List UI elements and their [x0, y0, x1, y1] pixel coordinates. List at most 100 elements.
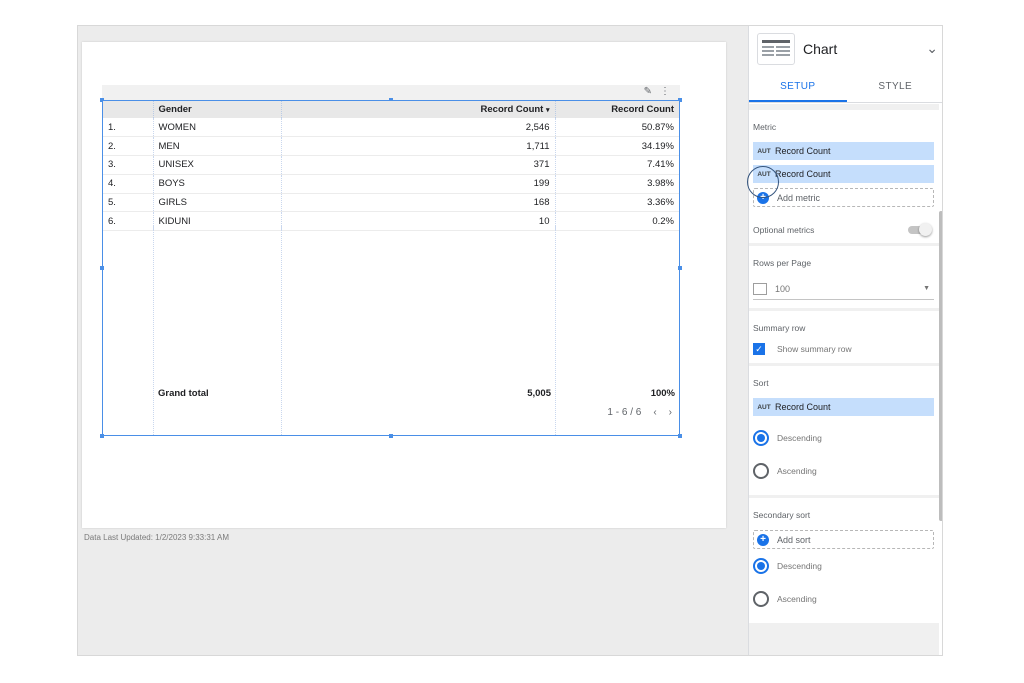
panel-tabs: SETUP STYLE: [749, 72, 943, 103]
gender-cell: UNISEX: [153, 155, 282, 175]
gender-cell: WOMEN: [153, 118, 282, 138]
record-count-header[interactable]: Record Count ▾: [281, 101, 556, 118]
data-table: Gender Record Count ▾ Record Count 1. WOM…: [103, 101, 679, 232]
column-divider: [153, 225, 154, 435]
sort-section: Sort AUT Record Count Descending Ascendi…: [749, 366, 939, 495]
sort-field-label: Record Count: [775, 402, 831, 412]
record-count-cell: 2,546: [281, 118, 556, 138]
rows-per-page-title: Rows per Page: [753, 258, 812, 268]
aggregation-tag[interactable]: AUT: [753, 148, 775, 155]
table-row[interactable]: 1. WOMEN 2,546 50.87%: [103, 118, 679, 138]
record-count-cell: 1,711: [281, 136, 556, 157]
rows-per-page-section: Rows per Page 100 ▼: [749, 246, 939, 308]
descending-radio[interactable]: [753, 557, 769, 574]
record-count-pct-cell: 50.87%: [555, 118, 679, 138]
grand-total-label: Grand total: [158, 388, 209, 399]
panel-scrollbar[interactable]: [939, 211, 942, 521]
row-index: 5.: [103, 193, 154, 213]
pagination: 1 - 6 / 6 ‹ ›: [607, 407, 672, 418]
gender-cell: KIDUNI: [153, 211, 282, 232]
rows-per-page-select[interactable]: 100 ▼: [753, 278, 934, 300]
properties-panel: Chart ⌄ SETUP STYLE Metric AUT Record Co…: [748, 26, 943, 655]
metric-label: Record Count: [775, 146, 831, 156]
descending-radio[interactable]: [753, 429, 769, 446]
chevron-left-icon[interactable]: ‹: [653, 407, 656, 418]
metric-chip[interactable]: AUT Record Count: [753, 142, 934, 160]
resize-handle-bm[interactable]: [389, 434, 393, 438]
optional-metrics-toggle[interactable]: [908, 223, 932, 236]
metric-chip[interactable]: AUT Record Count: [753, 165, 934, 183]
gender-header[interactable]: Gender: [153, 101, 282, 118]
gender-cell: BOYS: [153, 174, 282, 194]
gender-cell: MEN: [153, 136, 282, 157]
row-index: 6.: [103, 211, 154, 232]
add-icon: +: [757, 533, 769, 546]
dropdown-arrow-icon: ▼: [923, 285, 930, 292]
ascending-radio[interactable]: [753, 462, 769, 479]
rows-per-page-value: 100: [775, 283, 791, 294]
add-sort-button[interactable]: + Add sort: [753, 530, 934, 549]
record-count-pct-cell: 3.36%: [555, 193, 679, 213]
show-summary-row: ✓ Show summary row: [753, 343, 934, 355]
data-last-updated: Data Last Updated: 1/2/2023 9:33:31 AM: [84, 533, 229, 542]
chevron-right-icon[interactable]: ›: [669, 407, 672, 418]
summary-row-section: Summary row ✓ Show summary row: [749, 311, 939, 363]
table-row[interactable]: 2. MEN 1,711 34.19%: [103, 136, 679, 157]
sort-title: Sort: [753, 378, 769, 388]
secondary-descending-option[interactable]: Descending: [753, 549, 934, 582]
gender-cell: GIRLS: [153, 193, 282, 213]
metric-label: Record Count: [775, 169, 831, 179]
summary-row-title: Summary row: [753, 323, 806, 333]
table-row[interactable]: 6. KIDUNI 10 0.2%: [103, 211, 679, 232]
table-icon: [753, 282, 767, 295]
app-frame: ✎ ⋮ Gender Record Count ▾ Record Count 1…: [77, 25, 943, 656]
optional-metrics-label: Optional metrics: [753, 225, 815, 235]
pagination-label: 1 - 6 / 6: [607, 407, 642, 418]
aggregation-tag[interactable]: AUT: [753, 404, 775, 411]
panel-title: Chart: [803, 41, 838, 57]
row-index: 3.: [103, 155, 154, 175]
metric-title: Metric: [753, 122, 777, 132]
table-row[interactable]: 3. UNISEX 371 7.41%: [103, 155, 679, 175]
row-index: 4.: [103, 174, 154, 194]
record-count-cell: 168: [281, 193, 556, 213]
sort-descending-option[interactable]: Descending: [753, 421, 934, 454]
show-summary-checkbox[interactable]: ✓: [753, 343, 765, 355]
add-sort-label: Add sort: [777, 534, 811, 545]
report-page[interactable]: ✎ ⋮ Gender Record Count ▾ Record Count 1…: [82, 42, 726, 528]
resize-handle-ml[interactable]: [100, 266, 104, 270]
ascending-radio[interactable]: [753, 590, 769, 607]
more-vert-icon[interactable]: ⋮: [660, 86, 670, 97]
tab-style[interactable]: STYLE: [847, 72, 943, 102]
add-metric-label: Add metric: [777, 192, 821, 203]
index-header: [103, 101, 154, 118]
record-count-pct-header[interactable]: Record Count: [555, 101, 679, 118]
panel-header: Chart ⌄: [749, 26, 942, 72]
ascending-label: Ascending: [777, 593, 817, 604]
secondary-ascending-option[interactable]: Ascending: [753, 582, 934, 615]
table-row[interactable]: 5. GIRLS 168 3.36%: [103, 193, 679, 213]
table-row[interactable]: 4. BOYS 199 3.98%: [103, 174, 679, 194]
record-count-pct-cell: 3.98%: [555, 174, 679, 194]
tab-setup[interactable]: SETUP: [749, 72, 847, 102]
table-chart[interactable]: ✎ ⋮ Gender Record Count ▾ Record Count 1…: [100, 85, 682, 438]
column-divider: [281, 225, 282, 435]
add-metric-button[interactable]: + Add metric: [753, 188, 934, 207]
grand-total-count: 5,005: [527, 388, 551, 399]
highlight-circle: [747, 166, 779, 198]
table-header-row: Gender Record Count ▾ Record Count: [103, 101, 679, 118]
ascending-label: Ascending: [777, 465, 817, 476]
edit-icon[interactable]: ✎: [644, 86, 652, 97]
show-summary-label: Show summary row: [777, 344, 852, 354]
table-chart-icon[interactable]: [757, 33, 795, 65]
chevron-down-icon[interactable]: ⌄: [926, 40, 938, 57]
descending-label: Descending: [777, 560, 822, 571]
report-canvas: ✎ ⋮ Gender Record Count ▾ Record Count 1…: [78, 26, 748, 655]
sort-ascending-option[interactable]: Ascending: [753, 454, 934, 487]
resize-handle-bl[interactable]: [100, 434, 104, 438]
resize-handle-br[interactable]: [678, 434, 682, 438]
sort-chip[interactable]: AUT Record Count: [753, 398, 934, 416]
record-count-cell: 371: [281, 155, 556, 175]
row-index: 2.: [103, 136, 154, 157]
resize-handle-mr[interactable]: [678, 266, 682, 270]
